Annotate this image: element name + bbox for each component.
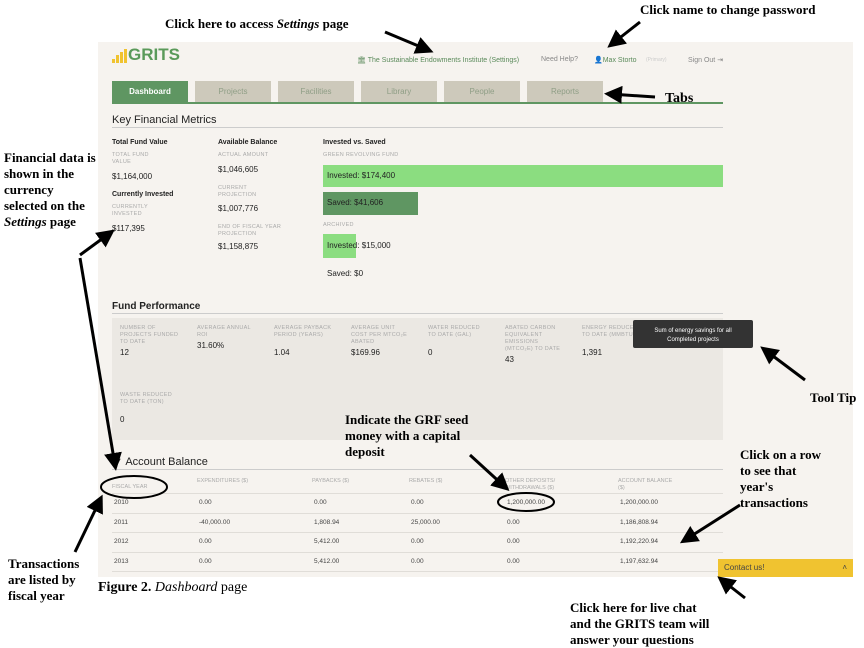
annotation-arrows [73,20,806,600]
